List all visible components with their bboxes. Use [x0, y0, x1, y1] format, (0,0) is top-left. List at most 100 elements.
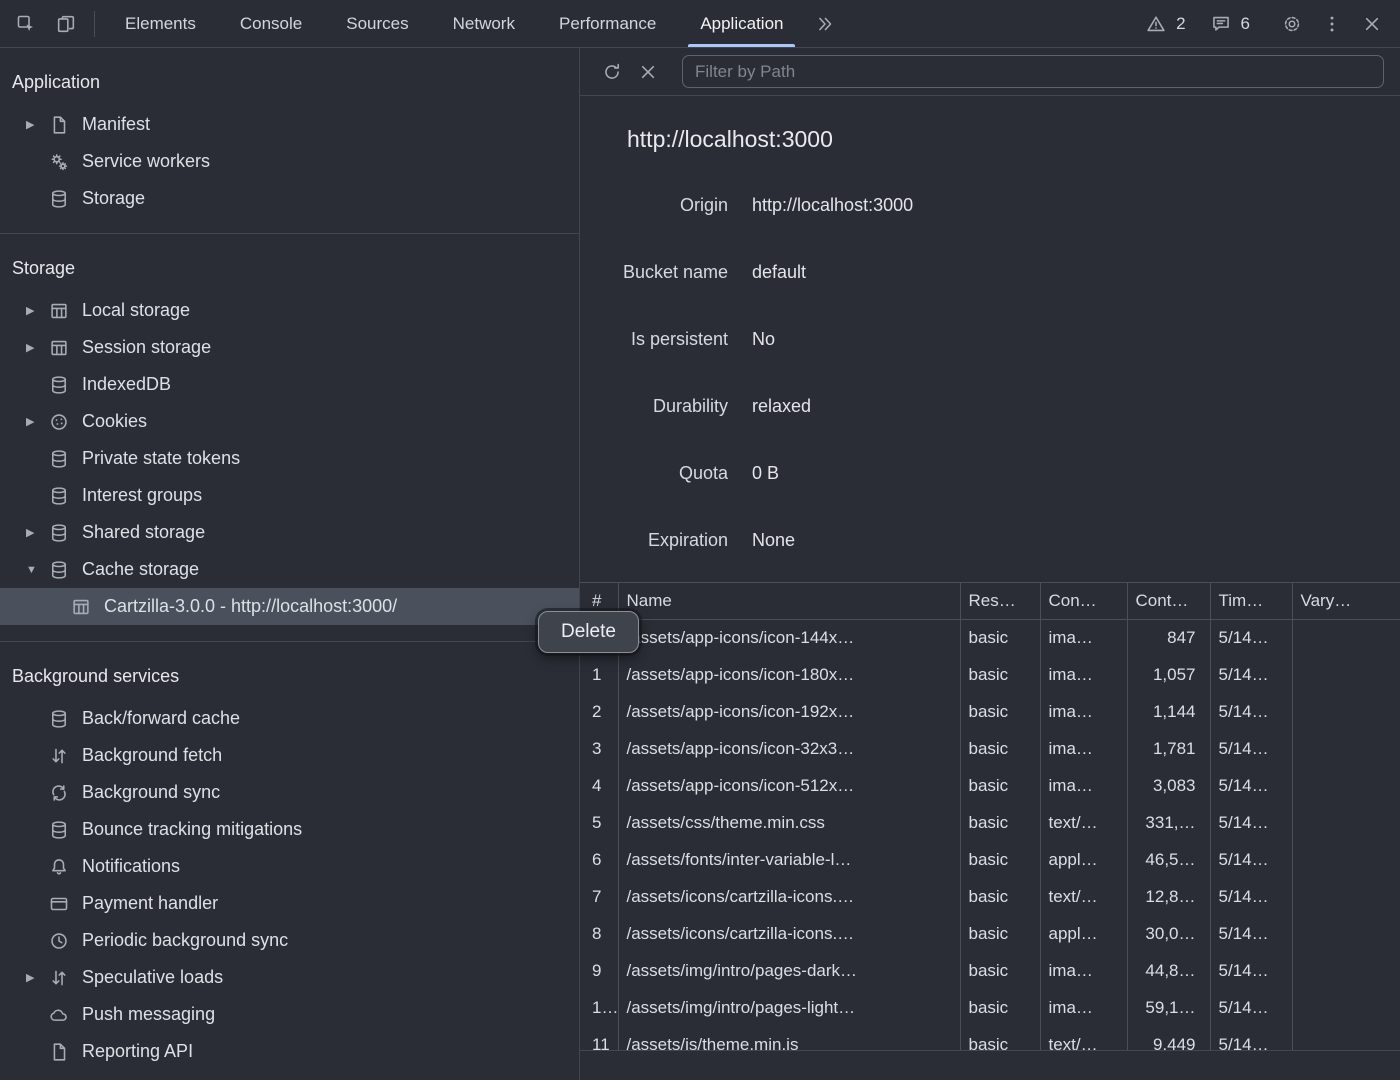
- content-length-cell: 331,…: [1127, 805, 1210, 842]
- cache-view: http://localhost:3000 Origin http://loca…: [580, 96, 1400, 1080]
- expander-icon[interactable]: ▶: [26, 415, 48, 428]
- expander-icon[interactable]: ▶: [26, 971, 48, 984]
- vary-header-cell: [1292, 990, 1400, 1027]
- delete-selected-icon[interactable]: [630, 54, 666, 90]
- sidebar-item-service-workers[interactable]: Service workers: [0, 143, 579, 180]
- sidebar-item-indexeddb[interactable]: IndexedDB: [0, 366, 579, 403]
- table-row[interactable]: 11/assets/js/theme.min.jsbasictext/…9,44…: [580, 1027, 1400, 1051]
- close-devtools-icon[interactable]: [1352, 4, 1392, 44]
- sidebar-item-bounce-tracking-mitigations[interactable]: Bounce tracking mitigations: [0, 811, 579, 848]
- row-number-cell: 8: [580, 916, 618, 953]
- sidebar-item-local-storage[interactable]: ▶ Local storage: [0, 292, 579, 329]
- cache-scroll-area[interactable]: http://localhost:3000 Origin http://loca…: [580, 96, 1400, 1050]
- sidebar-item-speculative-loads[interactable]: ▶ Speculative loads: [0, 959, 579, 996]
- table-row[interactable]: 9/assets/img/intro/pages-dark…basicima…4…: [580, 953, 1400, 990]
- table-body: 0/assets/app-icons/icon-144x…basicima…84…: [580, 620, 1400, 1051]
- sidebar-item-session-storage[interactable]: ▶ Session storage: [0, 329, 579, 366]
- response-type-cell: basic: [960, 879, 1040, 916]
- response-type-cell: basic: [960, 768, 1040, 805]
- tab-application[interactable]: Application: [678, 0, 805, 47]
- device-toolbar-icon[interactable]: [46, 4, 86, 44]
- tabbar-extras: 2 6: [1143, 4, 1400, 44]
- cache-storage-panel: http://localhost:3000 Origin http://loca…: [580, 48, 1400, 1080]
- sidebar-item-background-fetch[interactable]: Background fetch: [0, 737, 579, 774]
- metadata-value: relaxed: [752, 396, 811, 417]
- response-type-cell: basic: [960, 805, 1040, 842]
- name-header[interactable]: Name: [618, 583, 960, 620]
- sidebar-item-cache-storage[interactable]: ▼ Cache storage: [0, 551, 579, 588]
- table-row[interactable]: 2/assets/app-icons/icon-192x…basicima…1,…: [580, 694, 1400, 731]
- sidebar-item-push-messaging[interactable]: Push messaging: [0, 996, 579, 1033]
- metadata-value: http://localhost:3000: [752, 195, 913, 216]
- sidebar-item-private-state-tokens[interactable]: Private state tokens: [0, 440, 579, 477]
- response-type-cell: basic: [960, 620, 1040, 657]
- time-cached-cell: 5/14…: [1210, 620, 1292, 657]
- table-row[interactable]: 5/assets/css/theme.min.cssbasictext/…331…: [580, 805, 1400, 842]
- table-row[interactable]: 6/assets/fonts/inter-variable-l…basicapp…: [580, 842, 1400, 879]
- sync-icon: [48, 782, 72, 804]
- table-row[interactable]: 8/assets/icons/cartzilla-icons.…basicapp…: [580, 916, 1400, 953]
- sidebar-item-reporting-api[interactable]: Reporting API: [0, 1033, 579, 1070]
- expander-icon[interactable]: ▶: [26, 526, 48, 539]
- tab-console[interactable]: Console: [218, 0, 324, 47]
- gears-icon: [48, 151, 72, 173]
- more-tabs-icon[interactable]: [805, 4, 845, 44]
- expander-icon[interactable]: ▶: [26, 341, 48, 354]
- sidebar-item-storage[interactable]: Storage: [0, 180, 579, 217]
- content-type-cell: text/…: [1040, 1027, 1127, 1051]
- filter-by-path-input[interactable]: [682, 55, 1384, 88]
- sidebar-item-interest-groups[interactable]: Interest groups: [0, 477, 579, 514]
- expander-icon[interactable]: ▶: [26, 118, 48, 131]
- table-row[interactable]: 0/assets/app-icons/icon-144x…basicima…84…: [580, 620, 1400, 657]
- sidebar-item-payment-handler[interactable]: Payment handler: [0, 885, 579, 922]
- metadata-label: Quota: [580, 463, 728, 484]
- content-length-header[interactable]: Cont…: [1127, 583, 1210, 620]
- inspect-icon[interactable]: [6, 4, 46, 44]
- sidebar: Application ▶ Manifest Service workers S…: [0, 48, 580, 1080]
- sidebar-item-background-sync[interactable]: Background sync: [0, 774, 579, 811]
- refresh-icon[interactable]: [594, 54, 630, 90]
- database-icon: [48, 522, 72, 544]
- metadata-value: 0 B: [752, 463, 779, 484]
- settings-gear-icon[interactable]: [1272, 4, 1312, 44]
- sidebar-item-manifest[interactable]: ▶ Manifest: [0, 106, 579, 143]
- tab-elements[interactable]: Elements: [103, 0, 218, 47]
- table-row[interactable]: 7/assets/icons/cartzilla-icons.…basictex…: [580, 879, 1400, 916]
- message-count-group[interactable]: 6: [1208, 4, 1250, 44]
- vary-header-header[interactable]: Vary…: [1292, 583, 1400, 620]
- metadata-row: Durability relaxed: [580, 373, 1400, 440]
- name-cell: /assets/js/theme.min.js: [618, 1027, 960, 1051]
- table-row[interactable]: 4/assets/app-icons/icon-512x…basicima…3,…: [580, 768, 1400, 805]
- metadata-value: default: [752, 262, 806, 283]
- metadata-value: None: [752, 530, 795, 551]
- tab-sources[interactable]: Sources: [324, 0, 430, 47]
- arrows-icon: [48, 967, 72, 989]
- sidebar-item-notifications[interactable]: Notifications: [0, 848, 579, 885]
- preview-pane-divider[interactable]: [580, 1050, 1400, 1080]
- kebab-menu-icon[interactable]: [1312, 4, 1352, 44]
- name-cell: /assets/img/intro/pages-light…: [618, 990, 960, 1027]
- sidebar-item-back-forward-cache[interactable]: Back/forward cache: [0, 700, 579, 737]
- sidebar-item-periodic-background-sync[interactable]: Periodic background sync: [0, 922, 579, 959]
- content-type-cell: ima…: [1040, 657, 1127, 694]
- content-type-header[interactable]: Con…: [1040, 583, 1127, 620]
- sidebar-item-shared-storage[interactable]: ▶ Shared storage: [0, 514, 579, 551]
- tab-network[interactable]: Network: [431, 0, 537, 47]
- expander-icon[interactable]: ▼: [26, 564, 48, 576]
- table-row[interactable]: 3/assets/app-icons/icon-32x3…basicima…1,…: [580, 731, 1400, 768]
- vary-header-cell: [1292, 879, 1400, 916]
- sidebar-item-cartzilla-3-0-0-http-localhost-3000[interactable]: Cartzilla-3.0.0 - http://localhost:3000/: [0, 588, 579, 625]
- context-menu: Delete: [538, 611, 639, 653]
- database-icon: [48, 485, 72, 507]
- content-type-cell: ima…: [1040, 731, 1127, 768]
- warning-count-group[interactable]: 2: [1143, 4, 1185, 44]
- vary-header-cell: [1292, 805, 1400, 842]
- sidebar-item-cookies[interactable]: ▶ Cookies: [0, 403, 579, 440]
- tab-performance[interactable]: Performance: [537, 0, 678, 47]
- table-row[interactable]: 1…/assets/img/intro/pages-light…basicima…: [580, 990, 1400, 1027]
- expander-icon[interactable]: ▶: [26, 304, 48, 317]
- context-menu-delete[interactable]: Delete: [539, 612, 638, 652]
- table-row[interactable]: 1/assets/app-icons/icon-180x…basicima…1,…: [580, 657, 1400, 694]
- time-cached-header[interactable]: Tim…: [1210, 583, 1292, 620]
- response-type-header[interactable]: Res…: [960, 583, 1040, 620]
